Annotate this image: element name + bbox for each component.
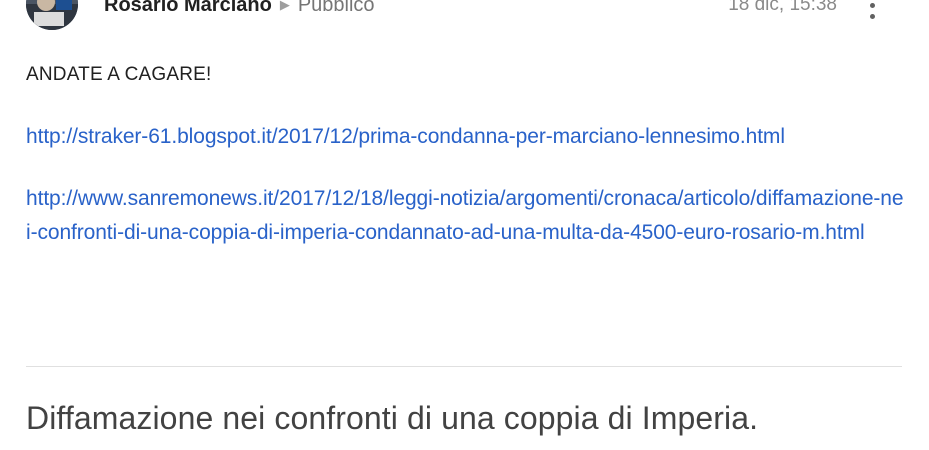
author-name[interactable]: Rosario Marciano [104,0,272,16]
post-link-2[interactable]: http://www.sanremonews.it/2017/12/18/leg… [26,182,906,250]
post-timestamp[interactable]: 18 dic, 15:38 [728,0,837,16]
link-preview-title[interactable]: Diffamazione nei confronti di una coppia… [26,400,758,437]
avatar[interactable] [26,0,78,30]
visibility-label: Pubblico [297,0,375,16]
post-header: Rosario Marciano ▶ Pubblico 18 dic, 15:38 [0,0,929,30]
more-vert-icon[interactable] [863,0,881,22]
post-content: ANDATE A CAGARE! http://straker-61.blogs… [26,62,906,250]
divider [26,366,902,367]
post-link-1[interactable]: http://straker-61.blogspot.it/2017/12/pr… [26,120,786,154]
visibility-arrow-icon: ▶ [279,0,290,12]
post-card: Rosario Marciano ▶ Pubblico 18 dic, 15:38 … [0,0,929,450]
avatar-image [26,0,78,30]
author-line: Rosario Marciano ▶ Pubblico [104,0,375,17]
post-text: ANDATE A CAGARE! [26,64,212,85]
